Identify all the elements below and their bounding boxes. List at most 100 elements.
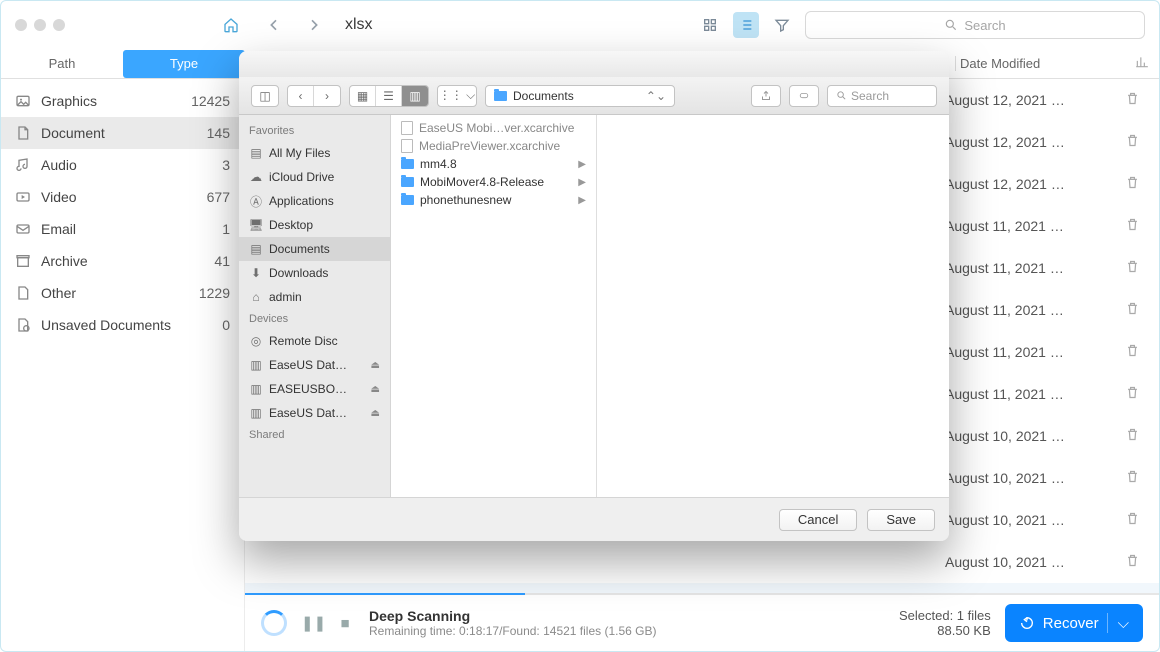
fav-applications[interactable]: ⒶApplications	[239, 189, 390, 213]
delete-icon[interactable]	[1115, 343, 1149, 361]
device-item[interactable]: ▥EaseUS Dat…⏏	[239, 353, 390, 377]
save-button[interactable]: Save	[867, 509, 935, 531]
dialog-search[interactable]: Search	[827, 85, 937, 107]
category-unsaved-documents[interactable]: Unsaved Documents0	[1, 309, 244, 341]
eject-icon[interactable]: ⏏	[371, 408, 380, 419]
recover-button[interactable]: Recover ⌵	[1005, 604, 1143, 642]
dialog-sidebar: Favorites▤All My Files☁iCloud DriveⒶAppl…	[239, 115, 391, 497]
grid-icon	[702, 17, 718, 33]
sidebar-toggle[interactable]: ◫	[251, 85, 279, 107]
col-date-modified[interactable]: Date Modified	[955, 56, 1125, 71]
fav-downloads[interactable]: ⬇Downloads	[239, 261, 390, 285]
list-item[interactable]: MediaPreViewer.xcarchive	[391, 137, 596, 155]
device-item[interactable]: ◎Remote Disc	[239, 329, 390, 353]
device-item[interactable]: ▥EaseUS Dat…⏏	[239, 401, 390, 425]
search-box[interactable]: Search	[805, 11, 1145, 39]
file-row-selected[interactable]: ✓admin_admin_2021-07-14 03-27-08000.XLSX…	[245, 583, 1159, 593]
arch-icon	[15, 253, 31, 269]
minimize-dot[interactable]	[34, 19, 46, 31]
dialog-toolbar: ◫ ‹ › ▦ ☰ ▥ ⋮⋮ ⌵ Documents ⌃⌄ Search	[239, 77, 949, 115]
list-item[interactable]: phonethunesnew▶	[391, 191, 596, 209]
view-list[interactable]: ☰	[376, 86, 402, 106]
unsav-icon	[15, 317, 31, 333]
list-item[interactable]: EaseUS Mobi…ver.xcarchive	[391, 119, 596, 137]
chevron-right-icon: ▶	[578, 159, 586, 170]
view-columns[interactable]: ▥	[402, 86, 428, 106]
dlg-back[interactable]: ‹	[288, 86, 314, 106]
delete-icon[interactable]	[1115, 175, 1149, 193]
filter-icon	[774, 17, 790, 33]
delete-icon[interactable]	[1115, 427, 1149, 445]
cancel-button[interactable]: Cancel	[779, 509, 857, 531]
recover-menu[interactable]: ⌵	[1107, 613, 1129, 633]
chevron-left-icon	[266, 17, 282, 33]
home-button[interactable]	[217, 11, 245, 39]
share-icon	[760, 90, 772, 102]
arrange-seg[interactable]: ⋮⋮ ⌵	[437, 85, 477, 107]
device-item[interactable]: ▥EASEUSBO…⏏	[239, 377, 390, 401]
scan-title: Deep Scanning	[369, 608, 657, 624]
tab-path[interactable]: Path	[1, 50, 123, 78]
fav-documents[interactable]: ▤Documents	[239, 237, 390, 261]
delete-icon[interactable]	[1115, 469, 1149, 487]
pause-button[interactable]: ❚❚	[301, 614, 321, 632]
delete-icon[interactable]	[1115, 133, 1149, 151]
search-placeholder: Search	[964, 18, 1005, 33]
fav-admin[interactable]: ⌂admin	[239, 285, 390, 309]
audio-icon	[15, 157, 31, 173]
delete-icon[interactable]	[1115, 217, 1149, 235]
folder-icon	[494, 91, 507, 101]
fav-icloud-drive[interactable]: ☁iCloud Drive	[239, 165, 390, 189]
view-icons[interactable]: ▦	[350, 86, 376, 106]
delete-icon[interactable]	[1115, 301, 1149, 319]
category-sidebar: Graphics12425Document145Audio3Video677Em…	[1, 79, 245, 651]
topbar: xlsx Search	[1, 1, 1159, 49]
folder-icon	[401, 159, 414, 169]
delete-icon[interactable]	[1115, 259, 1149, 277]
category-other[interactable]: Other1229	[1, 277, 244, 309]
tab-type[interactable]: Type	[123, 50, 245, 78]
list-item[interactable]: MobiMover4.8-Release▶	[391, 173, 596, 191]
share-button[interactable]	[751, 85, 781, 107]
fav-all-my-files[interactable]: ▤All My Files	[239, 141, 390, 165]
delete-icon[interactable]	[1115, 385, 1149, 403]
file-row[interactable]: August 10, 2021 …	[245, 541, 1159, 583]
fav-desktop[interactable]: 🖥Desktop	[239, 213, 390, 237]
recover-icon	[1019, 615, 1035, 631]
delete-icon[interactable]	[1115, 511, 1149, 529]
nav-forward[interactable]	[301, 12, 327, 38]
eject-icon[interactable]: ⏏	[371, 360, 380, 371]
stop-button[interactable]: ■	[335, 615, 355, 632]
dialog-titlebar[interactable]	[239, 51, 949, 77]
search-icon	[944, 18, 958, 32]
other-icon	[15, 285, 31, 301]
eject-icon[interactable]: ⏏	[371, 384, 380, 395]
category-archive[interactable]: Archive41	[1, 245, 244, 277]
grid-view-button[interactable]	[697, 12, 723, 38]
window-controls[interactable]	[15, 19, 65, 31]
delete-icon[interactable]	[1115, 553, 1149, 571]
list-item[interactable]: mm4.8▶	[391, 155, 596, 173]
category-audio[interactable]: Audio3	[1, 149, 244, 181]
home-icon	[223, 17, 239, 33]
video-icon	[15, 189, 31, 205]
category-video[interactable]: Video677	[1, 181, 244, 213]
nav-back[interactable]	[261, 12, 287, 38]
section-header: Favorites	[239, 121, 390, 141]
folder-icon	[401, 177, 414, 187]
filter-button[interactable]	[769, 12, 795, 38]
nav-seg: ‹ ›	[287, 85, 341, 107]
close-dot[interactable]	[15, 19, 27, 31]
col-chart-icon[interactable]	[1125, 55, 1159, 72]
tags-button[interactable]	[789, 85, 819, 107]
location-select[interactable]: Documents ⌃⌄	[485, 85, 675, 107]
docs-icon: ▤	[249, 242, 263, 256]
delete-icon[interactable]	[1115, 91, 1149, 109]
category-email[interactable]: Email1	[1, 213, 244, 245]
category-document[interactable]: Document145	[1, 117, 244, 149]
hdd-icon: ▥	[249, 382, 263, 396]
list-view-button[interactable]	[733, 12, 759, 38]
dlg-fwd[interactable]: ›	[314, 86, 340, 106]
zoom-dot[interactable]	[53, 19, 65, 31]
category-graphics[interactable]: Graphics12425	[1, 85, 244, 117]
